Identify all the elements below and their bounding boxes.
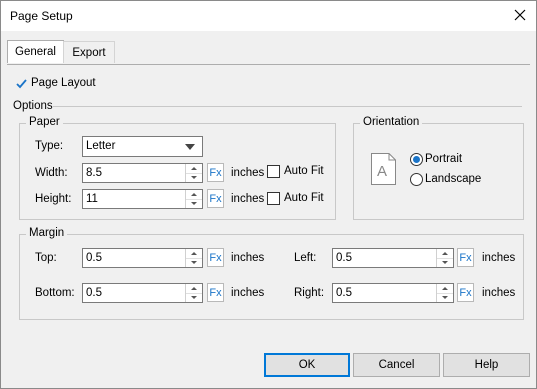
- orientation-group-title: Orientation: [360, 116, 423, 128]
- cancel-button[interactable]: Cancel: [353, 353, 440, 377]
- checkmark-icon: [16, 79, 27, 89]
- width-field[interactable]: [82, 163, 203, 183]
- close-icon: [514, 9, 526, 21]
- margin-right-fx-button[interactable]: Fx: [457, 283, 474, 302]
- margin-right-label: Right:: [294, 287, 325, 299]
- radio-selected-dot: [413, 156, 420, 163]
- margin-top-field[interactable]: [82, 248, 203, 268]
- paper-type-value: Letter: [86, 140, 116, 152]
- width-unit-label: inches: [231, 167, 265, 179]
- type-label: Type:: [35, 140, 64, 152]
- margin-bottom-stepper[interactable]: [185, 284, 202, 302]
- page-layout-checkbox[interactable]: [15, 77, 28, 90]
- height-label: Height:: [35, 193, 72, 205]
- margin-bottom-unit: inches: [231, 287, 265, 299]
- ok-button[interactable]: OK: [264, 353, 350, 377]
- margin-right-field[interactable]: [332, 283, 454, 303]
- margin-top-stepper[interactable]: [185, 249, 202, 267]
- page-orientation-icon: A: [371, 153, 396, 185]
- chevron-down-icon: [185, 144, 195, 150]
- width-autofit-checkbox[interactable]: [267, 165, 280, 178]
- margin-top-input[interactable]: [86, 251, 176, 265]
- width-fx-button[interactable]: Fx: [207, 163, 224, 182]
- spin-down-icon[interactable]: [186, 173, 202, 182]
- margin-top-fx-button[interactable]: Fx: [207, 248, 224, 267]
- margin-bottom-input[interactable]: [86, 286, 176, 300]
- landscape-radio[interactable]: [410, 173, 423, 186]
- margin-top-label: Top:: [35, 252, 57, 264]
- height-autofit-label: Auto Fit: [284, 192, 324, 204]
- help-button[interactable]: Help: [443, 353, 530, 377]
- title-bar: Page Setup: [1, 1, 536, 31]
- spin-down-icon[interactable]: [437, 293, 453, 302]
- margin-left-label: Left:: [294, 252, 317, 264]
- spin-down-icon[interactable]: [186, 258, 202, 267]
- width-label: Width:: [35, 167, 68, 179]
- margin-right-input[interactable]: [336, 286, 426, 300]
- dialog-title: Page Setup: [10, 9, 73, 23]
- margin-left-unit: inches: [482, 252, 516, 264]
- height-unit-label: inches: [231, 193, 265, 205]
- margin-bottom-label: Bottom:: [35, 287, 75, 299]
- margin-left-input[interactable]: [336, 251, 426, 265]
- width-stepper[interactable]: [185, 164, 202, 182]
- tab-export-label: Export: [72, 47, 106, 59]
- spin-down-icon[interactable]: [186, 293, 202, 302]
- paper-group-title: Paper: [26, 116, 63, 128]
- margin-left-fx-button[interactable]: Fx: [457, 248, 474, 267]
- tab-export[interactable]: Export: [63, 41, 115, 63]
- portrait-radio[interactable]: [410, 153, 423, 166]
- page-setup-dialog: Page Setup General Export Page Layout Op…: [0, 0, 537, 389]
- close-button[interactable]: [506, 4, 534, 28]
- spin-down-icon[interactable]: [186, 199, 202, 208]
- margin-group-title: Margin: [26, 227, 68, 239]
- height-input[interactable]: [86, 192, 176, 206]
- height-stepper[interactable]: [185, 190, 202, 208]
- paper-type-select[interactable]: Letter: [82, 136, 203, 157]
- width-autofit-label: Auto Fit: [284, 165, 324, 177]
- orientation-icon-letter: A: [377, 163, 388, 180]
- landscape-label: Landscape: [425, 173, 482, 185]
- margin-bottom-field[interactable]: [82, 283, 203, 303]
- margin-bottom-fx-button[interactable]: Fx: [207, 283, 224, 302]
- page-layout-label: Page Layout: [31, 77, 96, 89]
- width-input[interactable]: [86, 166, 176, 180]
- tab-general-label: General: [15, 46, 56, 58]
- options-label: Options: [13, 100, 53, 112]
- margin-right-stepper[interactable]: [436, 284, 453, 302]
- height-fx-button[interactable]: Fx: [207, 189, 224, 208]
- margin-top-unit: inches: [231, 252, 265, 264]
- portrait-label: Portrait: [425, 153, 463, 165]
- margin-group: [19, 234, 524, 320]
- height-field[interactable]: [82, 189, 203, 209]
- spin-down-icon[interactable]: [437, 258, 453, 267]
- margin-left-stepper[interactable]: [436, 249, 453, 267]
- margin-left-field[interactable]: [332, 248, 454, 268]
- height-autofit-checkbox[interactable]: [267, 192, 280, 205]
- margin-right-unit: inches: [482, 287, 516, 299]
- tab-general[interactable]: General: [7, 40, 64, 63]
- options-divider: [53, 106, 522, 107]
